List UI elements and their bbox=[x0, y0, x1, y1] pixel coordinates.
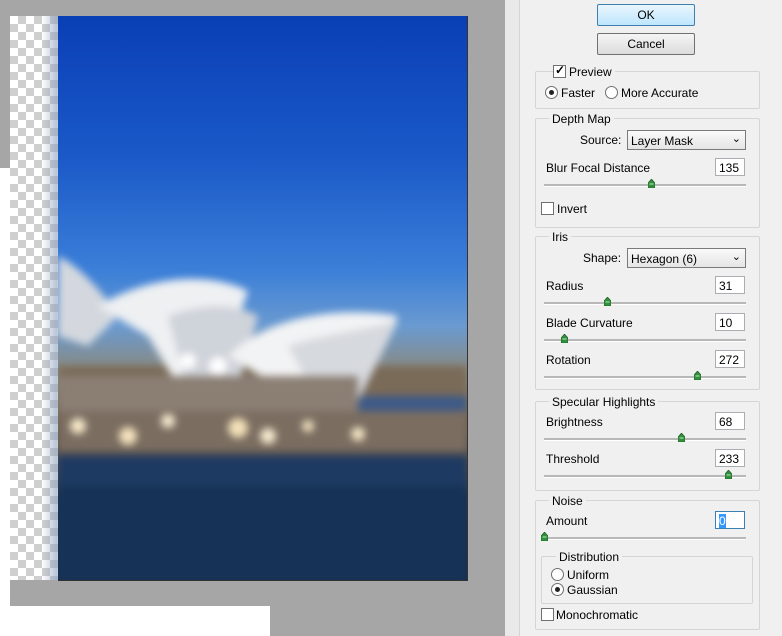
threshold-slider[interactable] bbox=[544, 470, 746, 479]
noise-title: Noise bbox=[549, 494, 586, 508]
shape-label: Shape: bbox=[583, 251, 622, 265]
slider-thumb-icon[interactable] bbox=[603, 297, 611, 306]
uniform-label: Uniform bbox=[567, 568, 610, 582]
threshold-input[interactable]: 233 bbox=[715, 449, 745, 467]
invert-label: Invert bbox=[557, 202, 588, 216]
radius-label: Radius bbox=[546, 279, 584, 293]
canvas-white-area bbox=[0, 168, 10, 636]
slider-thumb-icon[interactable] bbox=[693, 371, 701, 380]
source-label: Source: bbox=[580, 133, 622, 147]
depth-map-title: Depth Map bbox=[549, 112, 614, 126]
more-accurate-radio[interactable] bbox=[605, 86, 618, 99]
amount-label: Amount bbox=[546, 514, 588, 528]
rotation-input[interactable]: 272 bbox=[715, 350, 745, 368]
radio-selected-dot bbox=[555, 587, 560, 592]
chevron-down-icon: ⌄ bbox=[731, 133, 741, 145]
invert-checkbox[interactable] bbox=[541, 202, 554, 215]
brightness-input[interactable]: 68 bbox=[715, 412, 745, 430]
shape-dropdown[interactable]: Hexagon (6) ⌄ bbox=[627, 248, 746, 268]
gaussian-radio[interactable] bbox=[551, 583, 564, 596]
monochromatic-checkbox[interactable] bbox=[541, 608, 554, 621]
radio-selected-dot bbox=[549, 90, 554, 95]
faster-label: Faster bbox=[561, 86, 596, 100]
faster-radio[interactable] bbox=[545, 86, 558, 99]
blur-focal-distance-label: Blur Focal Distance bbox=[546, 161, 651, 175]
slider-thumb-icon[interactable] bbox=[561, 334, 569, 343]
source-value: Layer Mask bbox=[631, 134, 694, 148]
preview-label: Preview bbox=[566, 65, 615, 79]
source-dropdown[interactable]: Layer Mask ⌄ bbox=[627, 130, 746, 150]
gaussian-label: Gaussian bbox=[567, 583, 618, 597]
slider-thumb-icon[interactable] bbox=[678, 433, 686, 442]
amount-value: 0 bbox=[719, 514, 726, 528]
brightness-label: Brightness bbox=[546, 415, 603, 429]
threshold-label: Threshold bbox=[546, 452, 600, 466]
blur-focal-distance-slider[interactable] bbox=[544, 179, 746, 188]
blurred-photo-preview[interactable] bbox=[58, 16, 468, 581]
checkmark-icon: ✓ bbox=[555, 63, 566, 77]
amount-input[interactable]: 0 bbox=[715, 511, 745, 529]
chevron-down-icon: ⌄ bbox=[731, 251, 741, 263]
radius-slider[interactable] bbox=[544, 297, 746, 306]
blade-curvature-label: Blade Curvature bbox=[546, 316, 633, 330]
canvas-background bbox=[0, 0, 10, 168]
blur-focal-distance-input[interactable]: 135 bbox=[715, 158, 745, 176]
ok-button[interactable]: OK bbox=[597, 4, 695, 26]
amount-slider[interactable] bbox=[541, 532, 746, 541]
blade-curvature-slider[interactable] bbox=[544, 334, 746, 343]
monochromatic-label: Monochromatic bbox=[556, 608, 639, 622]
slider-thumb-icon[interactable] bbox=[725, 470, 733, 479]
uniform-radio[interactable] bbox=[551, 568, 564, 581]
rotation-label: Rotation bbox=[546, 353, 591, 367]
canvas-white-strip bbox=[0, 606, 270, 636]
slider-thumb-icon[interactable] bbox=[648, 179, 656, 188]
radius-input[interactable]: 31 bbox=[715, 276, 745, 294]
distribution-title: Distribution bbox=[556, 550, 623, 564]
more-accurate-label: More Accurate bbox=[621, 86, 699, 100]
preview-checkbox[interactable]: ✓ bbox=[553, 63, 566, 78]
specular-highlights-title: Specular Highlights bbox=[549, 395, 659, 409]
shape-value: Hexagon (6) bbox=[631, 252, 698, 266]
slider-thumb-icon[interactable] bbox=[541, 532, 548, 541]
rotation-slider[interactable] bbox=[544, 371, 746, 380]
dialog-scrollbar[interactable] bbox=[505, 0, 520, 636]
cancel-button[interactable]: Cancel bbox=[597, 33, 695, 55]
iris-title: Iris bbox=[549, 230, 571, 244]
brightness-slider[interactable] bbox=[544, 433, 746, 442]
blade-curvature-input[interactable]: 10 bbox=[715, 313, 745, 331]
